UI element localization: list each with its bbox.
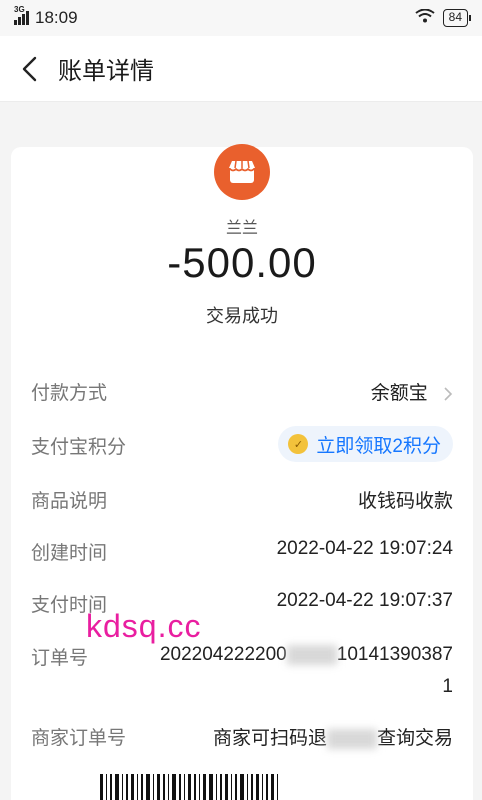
battery-icon: 84 bbox=[442, 9, 472, 27]
points-row: 支付宝积分 ✓ 立即领取2积分 bbox=[11, 426, 473, 462]
back-button[interactable] bbox=[6, 45, 54, 93]
created-time-value: 2022-04-22 19:07:24 bbox=[276, 538, 453, 559]
barcode bbox=[100, 774, 360, 800]
status-bar: 3G 18:09 84 bbox=[0, 0, 482, 36]
transaction-status: 交易成功 bbox=[206, 306, 278, 326]
coin-icon: ✓ bbox=[288, 434, 309, 454]
merchant-name: 兰兰 bbox=[225, 220, 258, 237]
product-row: 商品说明 收钱码收款 bbox=[11, 486, 473, 513]
created-time-row: 创建时间 2022-04-22 19:07:24 bbox=[11, 538, 473, 565]
merchant-order-label: 商家订单号 bbox=[31, 728, 127, 749]
created-time-label: 创建时间 bbox=[31, 543, 108, 564]
order-number-label: 订单号 bbox=[31, 648, 89, 669]
shop-icon bbox=[214, 144, 270, 200]
claim-points-text: 立即领取2积分 bbox=[316, 435, 441, 457]
signal-icon: 3G bbox=[14, 5, 29, 25]
bill-card: 兰兰 -500.00 交易成功 付款方式 余额宝 支付宝积分 ✓ 立即领取2积分… bbox=[11, 144, 473, 800]
payment-method-row[interactable]: 付款方式 余额宝 bbox=[11, 378, 473, 405]
page-title: 账单详情 bbox=[58, 58, 154, 85]
paid-time-row: 支付时间 2022-04-22 19:07:37 bbox=[11, 590, 473, 617]
merchant-order-row: 商家订单号 商家可扫码退 查询交易 bbox=[11, 723, 473, 750]
paid-time-value: 2022-04-22 19:07:37 bbox=[276, 590, 453, 611]
watermark: kdsq.cc bbox=[86, 608, 202, 644]
nav-bar: 账单详情 bbox=[0, 36, 482, 102]
payment-method-value: 余额宝 bbox=[371, 378, 453, 405]
wifi-icon bbox=[415, 8, 435, 28]
points-label: 支付宝积分 bbox=[31, 437, 127, 458]
network-type: 3G bbox=[14, 5, 25, 14]
transaction-amount: -500.00 bbox=[167, 239, 317, 286]
redaction-blur bbox=[326, 728, 377, 749]
payment-method-label: 付款方式 bbox=[31, 383, 108, 404]
order-number-value: 202204222200 10141390387 1 bbox=[159, 644, 453, 697]
chevron-left-icon bbox=[22, 56, 37, 81]
status-left: 3G 18:09 bbox=[14, 5, 78, 28]
status-time: 18:09 bbox=[35, 8, 78, 27]
merchant-order-value: 商家可扫码退 查询交易 bbox=[212, 728, 453, 749]
redaction-blur bbox=[286, 644, 337, 665]
claim-points-button[interactable]: ✓ 立即领取2积分 bbox=[278, 426, 453, 462]
status-right: 84 bbox=[415, 8, 472, 28]
product-value: 收钱码收款 bbox=[357, 491, 453, 512]
chevron-right-icon bbox=[444, 387, 453, 401]
product-label: 商品说明 bbox=[31, 491, 108, 512]
order-number-row: 订单号 202204222200 10141390387 1 bbox=[11, 643, 473, 703]
